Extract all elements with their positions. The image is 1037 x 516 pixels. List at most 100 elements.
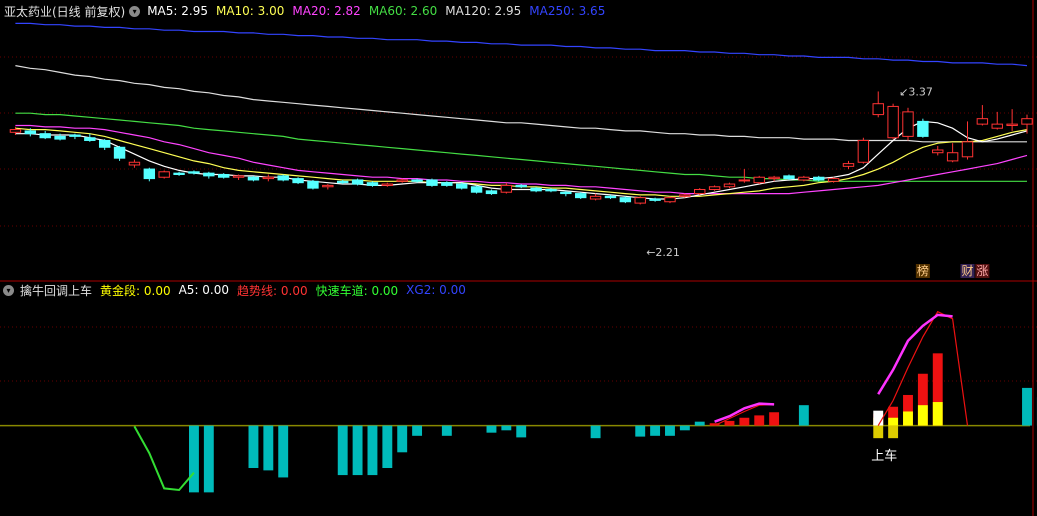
- candle-body: [292, 178, 304, 184]
- indicator-value-label: XG2: 0.00: [406, 283, 466, 297]
- indicator-bar: [917, 405, 928, 426]
- indicator-value-label: 趋势线: 0.00: [237, 283, 308, 298]
- candle-body: [515, 184, 527, 188]
- candle-body: [827, 178, 840, 182]
- ma-indicator-label: MA60: 2.60: [368, 4, 438, 18]
- candle-body: [560, 191, 572, 195]
- candle-body: [798, 176, 810, 181]
- candle-body: [307, 180, 319, 189]
- indicator-bar: [278, 425, 289, 478]
- indicator-bar: [754, 415, 765, 426]
- candle-body: [738, 179, 751, 182]
- indicator-bar: [486, 425, 497, 433]
- candle-body: [322, 184, 334, 188]
- candle-body: [411, 179, 423, 182]
- indicator-bar: [694, 421, 705, 426]
- indicator-bar: [189, 425, 199, 493]
- candle-body: [470, 186, 483, 193]
- candle-body: [842, 163, 855, 167]
- indicator-bar: [769, 412, 780, 426]
- candle-body: [262, 176, 275, 180]
- candle-body: [932, 149, 944, 154]
- candle-body: [946, 152, 959, 162]
- candle-body: [753, 176, 765, 184]
- event-marker: 财: [961, 264, 973, 278]
- candle-body: [768, 176, 780, 180]
- indicator-bar: [739, 417, 750, 426]
- candle-body: [441, 182, 453, 186]
- indicator-bar: [397, 425, 408, 453]
- candle-body: [1006, 123, 1018, 126]
- candle-body: [351, 179, 364, 185]
- candle-body: [530, 187, 542, 192]
- chevron-down-icon[interactable]: ▾: [3, 284, 14, 296]
- candle-body: [24, 130, 37, 135]
- candle-body: [485, 190, 498, 195]
- candle-body: [84, 137, 96, 141]
- indicator-bar: [382, 425, 393, 469]
- indicator-bar: [501, 425, 512, 431]
- candle-body: [54, 135, 66, 140]
- event-marker: 榜: [917, 263, 929, 278]
- indicator-value-label: 黄金段: 0.00: [100, 283, 171, 298]
- candle-body: [589, 195, 602, 200]
- ma-indicator-label: MA120: 2.95: [445, 4, 522, 18]
- candle-body: [98, 139, 111, 148]
- candle-body: [128, 161, 141, 166]
- candle-body: [39, 133, 51, 139]
- indicator-header: ▾ 擒牛回调上车 黄金段: 0.00 A5: 0.00 趋势线: 0.00 快速车道:…: [0, 280, 474, 300]
- buy-signal-label: 上车: [871, 448, 897, 464]
- event-marker: 涨: [976, 263, 988, 278]
- candle-body: [664, 197, 676, 203]
- candle-body: [173, 172, 185, 176]
- indicator-bar: [679, 425, 690, 431]
- indicator-value-label: A5: 0.00: [178, 283, 230, 297]
- indicator-bar: [650, 425, 661, 436]
- ma-indicator-label: MA20: 2.82: [292, 4, 361, 18]
- indicator-bar: [412, 425, 423, 436]
- ma-indicator-label: MA10: 3.00: [215, 4, 285, 18]
- candle-body: [143, 168, 156, 180]
- candle-body: [649, 198, 661, 201]
- indicator-bar: [873, 425, 884, 439]
- indicator-bar: [888, 417, 899, 426]
- indicator-bar: [263, 425, 274, 471]
- indicator-bar: [635, 425, 646, 437]
- candle-body: [203, 172, 215, 177]
- candle-body: [217, 174, 230, 178]
- indicator-bar: [441, 425, 452, 436]
- indicator-bar: [724, 420, 735, 426]
- candle-body: [604, 195, 617, 199]
- candle-body: [917, 120, 929, 137]
- stock-chart: ↙3.37 ←2.21 榜 财涨 上车: [0, 0, 1037, 516]
- candle-body: [381, 183, 394, 186]
- main-chart-header: 亚太药业(日线 前复权) ▾ MA5: 2.95 MA10: 3.00 MA20: …: [0, 1, 613, 21]
- candle-body: [619, 197, 632, 203]
- chevron-down-icon[interactable]: ▾: [129, 5, 141, 17]
- candle-body: [708, 186, 721, 190]
- indicator-title: 擒牛回调上车: [20, 283, 93, 298]
- indicator-bar: [590, 425, 601, 439]
- candle-body: [872, 103, 884, 116]
- indicator-bar: [367, 425, 378, 476]
- candle-body: [456, 183, 468, 189]
- indicator-bar: [248, 425, 259, 469]
- indicator-bar: [1022, 387, 1032, 426]
- stock-title: 亚太药业(日线 前复权): [4, 4, 126, 19]
- indicator-bar: [352, 425, 363, 476]
- candle-body: [158, 171, 170, 178]
- candle-body: [902, 111, 914, 137]
- indicator-bar: [516, 425, 527, 438]
- candle-body: [857, 139, 870, 163]
- candle-body: [887, 105, 899, 139]
- indicator-value-label: 快速车道: 0.00: [315, 283, 399, 298]
- candle-body: [679, 194, 691, 197]
- candle-body: [426, 179, 438, 186]
- indicator-pane: 上车: [0, 310, 1037, 493]
- indicator-bar: [337, 425, 348, 476]
- indicator-bar: [903, 411, 913, 426]
- indicator-bar: [203, 425, 214, 493]
- main-price-pane: ↙3.37 ←2.21 榜 财涨: [9, 22, 1033, 278]
- candle-body: [1021, 118, 1033, 125]
- candle-body: [69, 134, 81, 137]
